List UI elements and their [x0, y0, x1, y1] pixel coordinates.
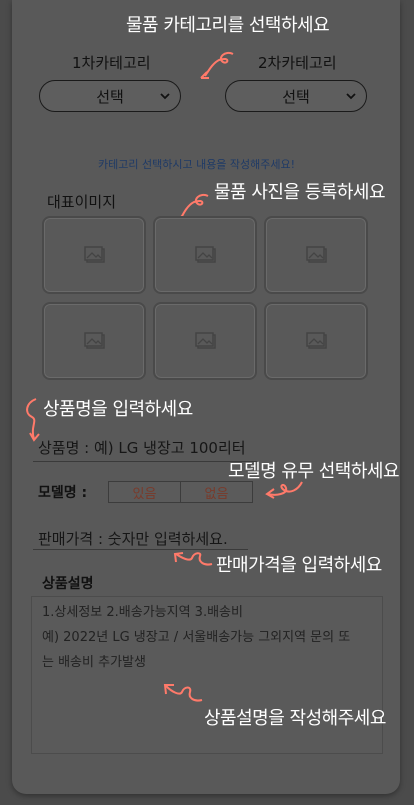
price-hint-arrow-icon [173, 552, 213, 566]
description-hint-arrow-icon [163, 684, 203, 702]
model-hint: 모델명 유무 선택하세요 [228, 461, 400, 482]
image-placeholder-icon [195, 332, 216, 349]
image-slot-3[interactable] [264, 216, 368, 294]
image-slot-1[interactable] [42, 216, 146, 294]
model-label: 모델명 : [38, 485, 88, 501]
product-name-input[interactable]: 상품명 : 예) LG 냉장고 100리터 [38, 437, 246, 458]
second-category-value: 선택 [282, 87, 310, 106]
model-yes-toggle[interactable]: 있음 [108, 481, 181, 503]
description-title: 상품설명 [42, 576, 94, 592]
price-input[interactable]: 판매가격 : 숫자만 입력하세요. [38, 528, 228, 549]
description-hint: 상품설명을 작성해주세요 [204, 708, 386, 729]
images-title: 대표이미지 [47, 193, 117, 211]
category-hint: 물품 카테고리를 선택하세요 [126, 15, 330, 36]
image-placeholder-icon [195, 246, 216, 263]
first-category-label: 1차카테고리 [72, 54, 151, 72]
image-placeholder-icon [306, 246, 327, 263]
image-slot-6[interactable] [264, 302, 368, 380]
product-name-underline [33, 461, 258, 462]
first-category-select[interactable]: 선택 [39, 80, 181, 112]
description-placeholder-line: 는 배송비 추가발생 [42, 655, 146, 670]
category-notice: 카테고리 선택하시고 내용을 작성해주세요! [98, 158, 296, 171]
category-hint-arrow-icon [200, 52, 234, 79]
image-slot-2[interactable] [153, 216, 257, 294]
chevron-down-icon [346, 93, 356, 100]
image-placeholder-icon [84, 332, 105, 349]
image-placeholder-icon [84, 246, 105, 263]
model-hint-arrow-icon [265, 481, 303, 499]
description-textarea[interactable]: 1.상세정보 2.배송가능지역 3.배송비 예) 2022년 LG 냉장고 / … [31, 596, 383, 754]
image-slot-5[interactable] [153, 302, 257, 380]
image-slot-4[interactable] [42, 302, 146, 380]
first-category-value: 선택 [96, 87, 124, 106]
model-no-toggle[interactable]: 없음 [180, 481, 253, 503]
image-placeholder-icon [306, 332, 327, 349]
price-underline [33, 549, 248, 550]
second-category-label: 2차카테고리 [258, 54, 337, 72]
photo-hint: 물품 사진을 등록하세요 [214, 182, 386, 203]
second-category-select[interactable]: 선택 [225, 80, 367, 112]
chevron-down-icon [160, 93, 170, 100]
price-hint: 판매가격을 입력하세요 [216, 555, 382, 576]
description-placeholder-line: 1.상세정보 2.배송가능지역 3.배송비 [42, 605, 243, 620]
description-placeholder-line: 예) 2022년 LG 냉장고 / 서울배송가능 그외지역 문의 또 [42, 630, 351, 645]
product-name-hint: 상품명을 입력하세요 [43, 399, 193, 420]
